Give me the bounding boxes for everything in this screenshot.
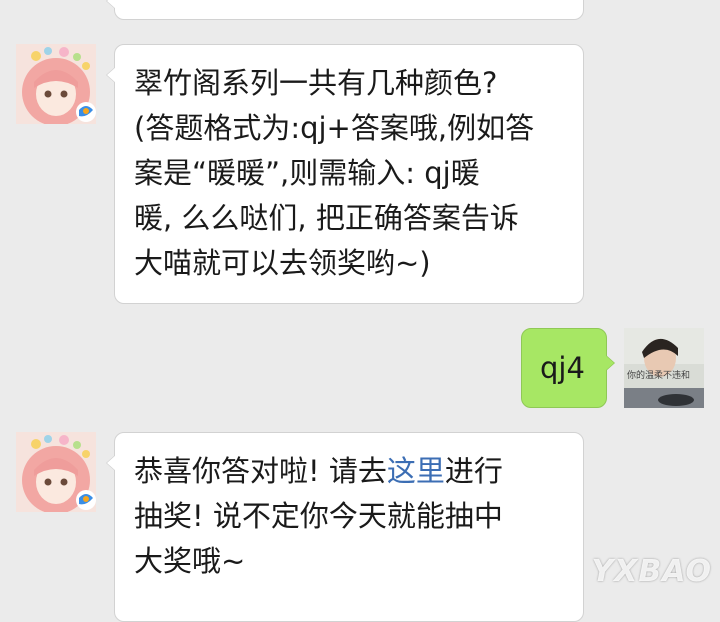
girl-avatar-icon bbox=[16, 432, 96, 512]
message-line: 抽奖! 说不定你今天就能抽中 bbox=[134, 499, 503, 533]
avatar-caption: 你的温柔不违和 bbox=[627, 371, 691, 381]
message-text: 恭喜你答对啦! 请去 bbox=[134, 454, 387, 488]
bot-question-bubble: 翠竹阁系列一共有几种颜色? (答题格式为:qj+答案哦,例如答 案是“暖暖”,则… bbox=[106, 44, 584, 304]
bot-avatar[interactable] bbox=[16, 44, 96, 124]
bot-avatar[interactable] bbox=[16, 432, 96, 512]
message-line: 案是“暖暖”,则需输入: qj暖 bbox=[134, 156, 480, 190]
site-watermark: YXBAO bbox=[591, 554, 712, 589]
user-avatar[interactable]: 你的温柔不违和 bbox=[624, 328, 704, 408]
message-line: 恭喜你答对啦! 请去这里进行 bbox=[134, 449, 583, 494]
lottery-link[interactable]: 这里 bbox=[387, 454, 445, 488]
message-line: 暖, 么么哒们, 把正确答案告诉 bbox=[134, 201, 519, 235]
user-reply-text: qj4 bbox=[540, 351, 585, 385]
previous-message-bubble bbox=[106, 0, 584, 20]
message-line: 翠竹阁系列一共有几种颜色? bbox=[134, 66, 498, 100]
girl-avatar-icon bbox=[16, 44, 96, 124]
user-reply-bubble: qj4 bbox=[521, 328, 615, 408]
message-line: 大奖哦~ bbox=[134, 544, 246, 578]
message-line: (答题格式为:qj+答案哦,例如答 bbox=[134, 111, 535, 145]
bot-result-bubble: 恭喜你答对啦! 请去这里进行 抽奖! 说不定你今天就能抽中 大奖哦~ bbox=[106, 432, 584, 622]
message-line: 大喵就可以去领奖哟~) bbox=[134, 246, 431, 280]
message-text: 进行 bbox=[444, 454, 503, 488]
